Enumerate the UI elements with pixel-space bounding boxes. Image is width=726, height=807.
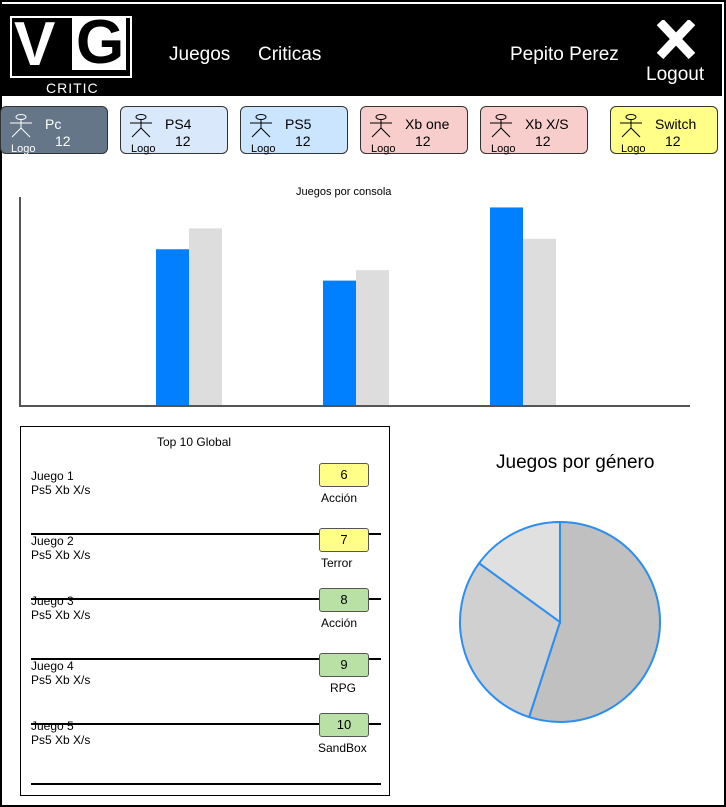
console-card-ps4[interactable]: PS4 12 Logo <box>120 106 228 155</box>
top-header: V G CRITIC Juegos Criticas Pepito Perez … <box>0 4 722 96</box>
pie-chart-title: Juegos por género <box>496 452 655 473</box>
logo-letter-g: G <box>76 8 125 77</box>
logout-button[interactable]: Logout <box>644 18 710 88</box>
nav-juegos[interactable]: Juegos <box>169 44 230 66</box>
user-icon <box>250 114 272 138</box>
console-name: Switch <box>655 116 697 132</box>
console-count: 12 <box>175 133 191 149</box>
console-card-ps5[interactable]: PS5 12 Logo <box>240 106 348 155</box>
bar-series0-cat2 <box>490 207 523 406</box>
game-name: Juego 5 <box>31 719 74 733</box>
bar-series0-cat1 <box>323 280 356 406</box>
console-logo-label: Logo <box>11 143 36 155</box>
game-genre: Acción <box>321 491 358 505</box>
console-card-xb-one[interactable]: Xb one 12 Logo <box>360 106 468 155</box>
console-card-xb-x-s[interactable]: Xb X/S 12 Logo <box>480 106 588 155</box>
score-badge: 7 <box>319 528 369 552</box>
score-badge: 8 <box>319 588 369 612</box>
bar-series1-cat0 <box>189 228 222 406</box>
top10-row[interactable]: Juego 1 Ps5 Xb X/s 6 Acción <box>31 463 381 535</box>
console-name: PS4 <box>165 116 192 132</box>
console-name: Xb one <box>405 116 450 132</box>
score-badge: 6 <box>319 463 369 487</box>
console-logo-label: Logo <box>251 143 276 155</box>
logo-subtitle: CRITIC <box>46 80 99 96</box>
score-badge: 9 <box>319 653 369 677</box>
game-name: Juego 4 <box>31 659 74 673</box>
game-genre: SandBox <box>318 741 367 755</box>
nav-criticas[interactable]: Criticas <box>258 44 321 66</box>
console-card-pc[interactable]: Pc 12 Logo <box>0 106 108 155</box>
game-name: Juego 3 <box>31 594 74 608</box>
score-badge: 10 <box>319 713 369 737</box>
game-platforms: Ps5 Xb X/s <box>31 608 91 622</box>
game-platforms: Ps5 Xb X/s <box>31 548 91 562</box>
game-genre: Acción <box>321 616 358 630</box>
user-icon <box>620 114 642 138</box>
user-icon <box>490 114 512 138</box>
game-name: Juego 1 <box>31 469 74 483</box>
console-count: 12 <box>55 133 71 149</box>
game-platforms: Ps5 Xb X/s <box>31 673 91 687</box>
user-icon <box>370 114 392 138</box>
logo-letter-v: V <box>14 10 55 79</box>
console-name: Pc <box>45 116 62 132</box>
console-logo-label: Logo <box>371 143 396 155</box>
logo-letter-g-box: G <box>72 8 126 77</box>
console-card-switch[interactable]: Switch 12 Logo <box>610 106 718 155</box>
pie-chart <box>459 520 661 723</box>
console-count: 12 <box>535 133 551 149</box>
game-platforms: Ps5 Xb X/s <box>31 483 91 497</box>
console-count: 12 <box>295 133 311 149</box>
game-name: Juego 2 <box>31 534 74 548</box>
console-count: 12 <box>415 133 431 149</box>
console-name: PS5 <box>285 116 312 132</box>
user-name[interactable]: Pepito Perez <box>510 44 619 66</box>
bar-chart <box>19 197 690 407</box>
console-name: Xb X/S <box>525 116 569 132</box>
top10-row[interactable]: Juego 5 Ps5 Xb X/s 10 SandBox <box>31 713 381 785</box>
top10-panel: Top 10 Global Juego 1 Ps5 Xb X/s 6 Acción Ju… <box>20 426 390 796</box>
console-logo-label: Logo <box>131 143 156 155</box>
bar-series1-cat2 <box>523 238 556 406</box>
user-icon <box>10 114 32 138</box>
game-genre: Terror <box>321 556 353 570</box>
console-logo-label: Logo <box>491 143 516 155</box>
user-icon <box>130 114 152 138</box>
game-genre: RPG <box>330 681 357 695</box>
vg-critic-logo[interactable]: V G CRITIC <box>10 8 132 96</box>
console-count: 12 <box>665 133 681 149</box>
console-logo-label: Logo <box>621 143 646 155</box>
top10-row[interactable]: Juego 3 Ps5 Xb X/s 8 Acción <box>31 588 381 660</box>
close-icon <box>656 20 696 60</box>
top10-title: Top 10 Global <box>157 435 232 449</box>
logout-label: Logout <box>646 64 705 85</box>
bar-series0-cat0 <box>156 249 189 406</box>
bar-series1-cat1 <box>356 270 389 406</box>
game-platforms: Ps5 Xb X/s <box>31 733 91 747</box>
